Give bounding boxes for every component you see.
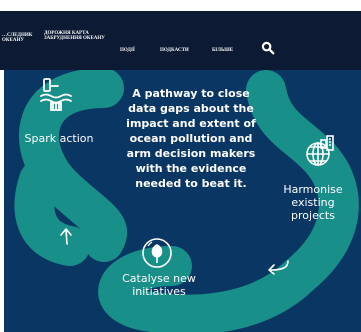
arrow-left-icon [268,260,289,275]
hero-graphic: A pathway to close data gaps about the i… [4,70,361,332]
nav-podcasts[interactable]: Подкасти [160,48,189,53]
site-header: …СЛЕДНИК ОКЕАНУ Дорожня карта забрудненн… [0,11,361,70]
search-icon[interactable] [261,41,275,55]
step-spark-action[interactable]: Spark action [14,132,104,145]
nav-events[interactable]: Події [120,48,135,53]
step-catalyse-initiatives[interactable]: Catalyse new initiatives [110,272,208,298]
site-logo[interactable]: …СЛЕДНИК ОКЕАНУ [2,33,36,43]
ocean-sensor-icon [40,78,72,111]
arrow-up-icon [60,228,72,245]
nav-more[interactable]: Більше [212,48,233,53]
hero-text: A pathway to close data gaps about the i… [126,87,256,190]
nav-roadmap[interactable]: Дорожня карта забруднення океану [44,31,108,41]
page: …СЛЕДНИК ОКЕАНУ Дорожня карта забрудненн… [0,0,361,332]
globe-city-icon [306,135,334,166]
tree-icon [142,238,172,268]
step-harmonise-projects[interactable]: Harmonise existing projects [270,183,356,222]
